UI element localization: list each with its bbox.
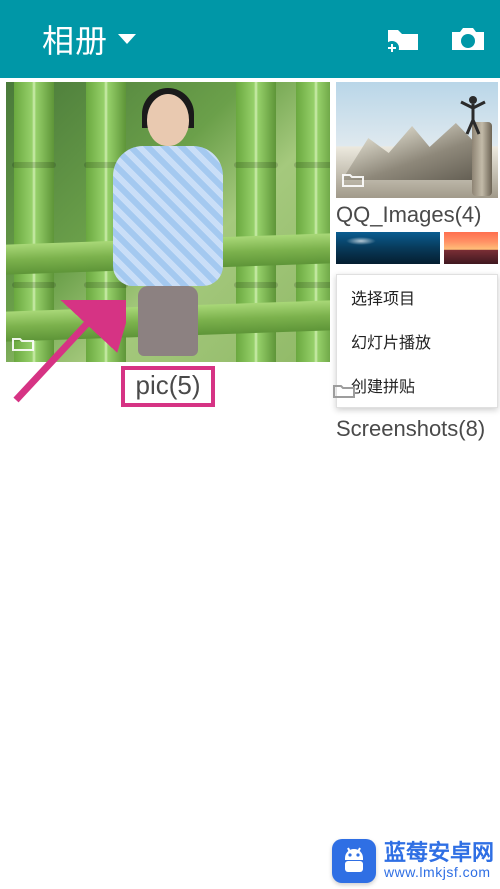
camera-button[interactable] — [450, 24, 486, 54]
chevron-down-icon — [118, 34, 136, 44]
strip-thumb — [336, 232, 440, 264]
album-qq-label: QQ_Images(4) — [336, 202, 498, 228]
album-column-left: pic(5) — [6, 82, 330, 442]
new-folder-button[interactable] — [384, 24, 422, 54]
album-dropdown[interactable]: 相册 — [42, 16, 136, 62]
app-title: 相册 — [42, 16, 108, 62]
watermark-title: 蓝莓安卓网 — [384, 841, 494, 865]
figure-icon — [458, 92, 488, 142]
album-thumbnail — [336, 82, 498, 198]
app-bar: 相册 — [0, 0, 500, 78]
menu-slideshow[interactable]: 幻灯片播放 — [337, 319, 497, 363]
album-column-right: QQ_Images(4) 选择项目 幻灯片播放 创建拼贴 Screenshots… — [336, 82, 498, 442]
camera-icon — [450, 24, 486, 54]
album-grid: pic(5) QQ_Images(4) 选择项目 — [0, 78, 500, 446]
album-pic-label-wrap: pic(5) — [6, 366, 330, 407]
highlight-annotation: pic(5) — [121, 366, 214, 407]
menu-create-collage[interactable]: 创建拼贴 — [337, 363, 497, 407]
album-pic[interactable] — [6, 82, 330, 362]
album-qq-images[interactable]: QQ_Images(4) — [336, 82, 498, 264]
context-menu: 选择项目 幻灯片播放 创建拼贴 — [336, 274, 498, 408]
watermark-logo — [332, 839, 376, 883]
thumb-strip — [336, 232, 498, 264]
strip-thumb — [444, 232, 498, 264]
watermark-url: www.lmkjsf.com — [384, 865, 494, 880]
watermark: 蓝莓安卓网 www.lmkjsf.com — [332, 839, 494, 883]
toolbar-actions — [384, 24, 486, 54]
folder-icon — [12, 335, 34, 356]
folder-add-icon — [384, 24, 422, 54]
album-thumbnail — [6, 82, 330, 362]
menu-select-items[interactable]: 选择项目 — [337, 275, 497, 319]
folder-icon — [342, 171, 364, 192]
folder-icon — [333, 382, 355, 403]
album-screenshots-label: Screenshots(8) — [336, 416, 498, 442]
watermark-text: 蓝莓安卓网 www.lmkjsf.com — [384, 841, 494, 881]
android-icon — [339, 846, 369, 876]
